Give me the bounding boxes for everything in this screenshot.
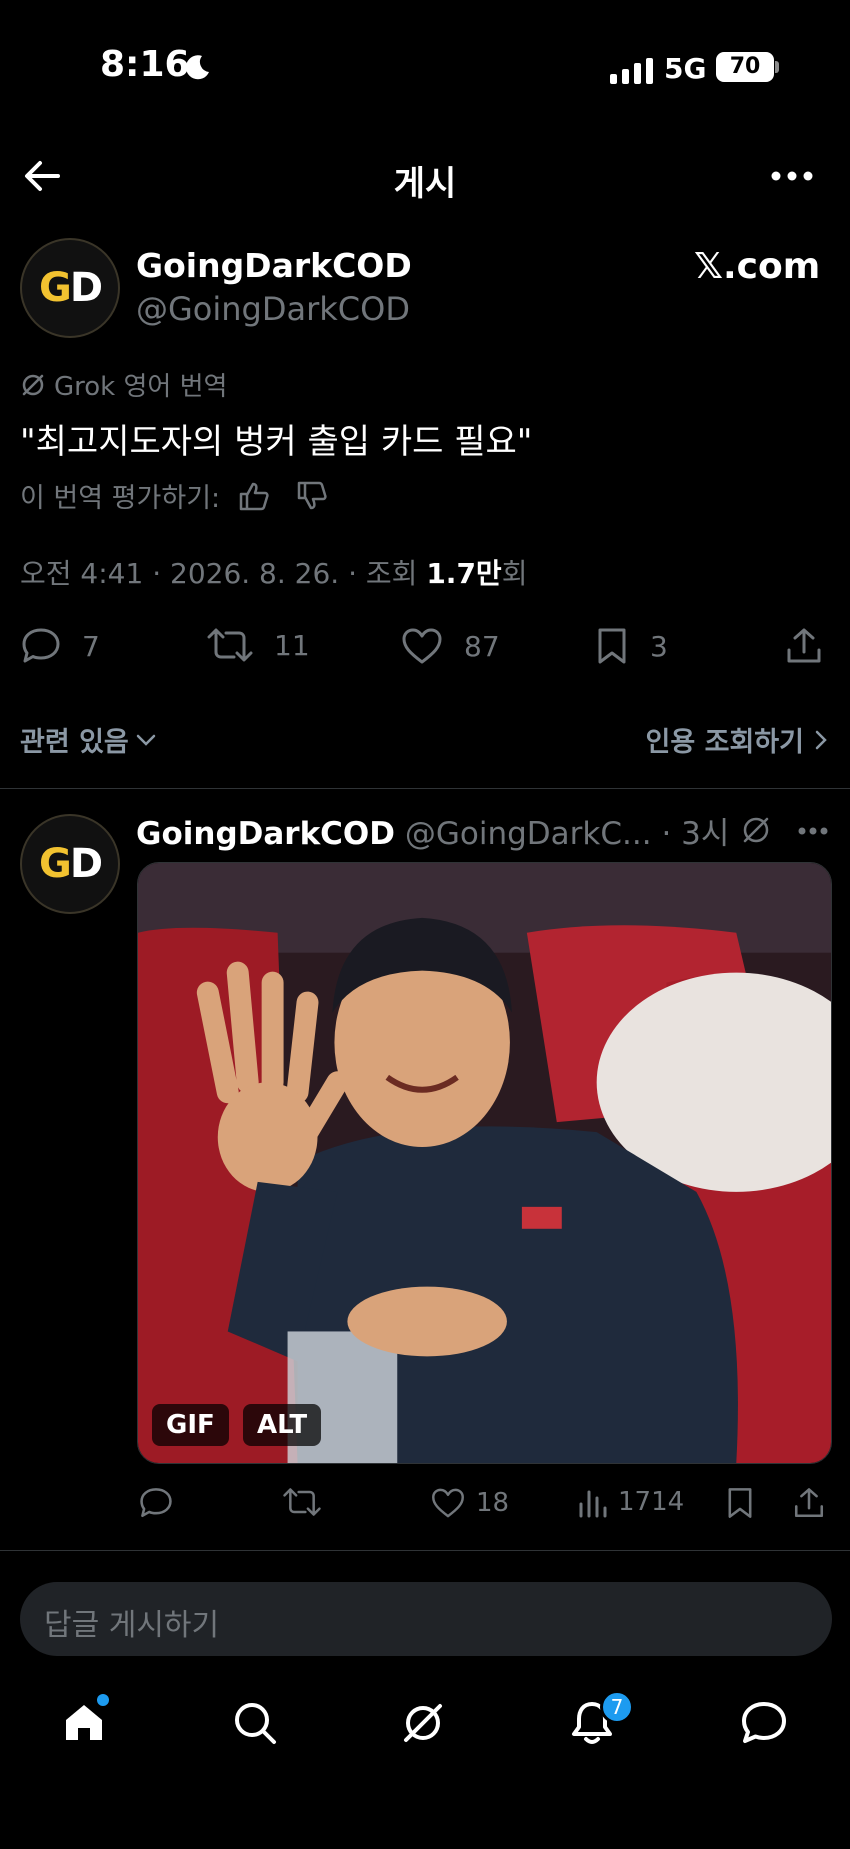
share-button[interactable] — [784, 626, 824, 666]
share-icon — [794, 1488, 824, 1518]
heart-icon — [402, 628, 442, 664]
thumbs-up-icon[interactable] — [238, 481, 270, 511]
repost-icon — [283, 1488, 321, 1516]
reply-bookmark-button[interactable] — [724, 1486, 756, 1520]
page-title: 게시 — [393, 164, 457, 204]
related-dropdown[interactable]: 관련 있음 — [20, 720, 157, 759]
battery-nub — [775, 61, 779, 73]
chevron-down-icon — [136, 734, 156, 746]
author-name[interactable]: GoingDarkCOD — [136, 246, 412, 285]
grok-nav-icon[interactable] — [400, 1700, 446, 1746]
reply-avatar[interactable]: GD — [20, 814, 120, 914]
bookmark-icon — [598, 628, 626, 664]
like-button[interactable]: 87 — [400, 626, 500, 666]
reply-share-button[interactable] — [792, 1486, 826, 1520]
divider — [0, 788, 850, 789]
reply-reply-button[interactable] — [138, 1486, 174, 1520]
gif-badge: GIF — [152, 1404, 229, 1446]
grok-icon — [22, 374, 44, 395]
author-handle[interactable]: @GoingDarkCOD — [136, 290, 410, 328]
chevron-right-icon — [815, 730, 827, 749]
reply-view-count: 1714 — [618, 1487, 685, 1517]
grok-translation-row: Grok 영어 번역 — [20, 366, 227, 403]
bookmark-button[interactable]: 3 — [594, 626, 668, 666]
search-icon[interactable] — [232, 1700, 278, 1746]
avatar-letter-d: D — [69, 841, 103, 887]
reply-repost-button[interactable] — [282, 1486, 322, 1518]
quote-views-label: 인용 조회하기 — [645, 727, 804, 758]
avatar[interactable]: GD — [20, 238, 120, 338]
post-timestamp: 오전 4:41 · 2026. 8. 26. · 조회 — [20, 557, 427, 590]
moon-icon — [185, 55, 209, 80]
analytics-icon — [579, 1490, 607, 1518]
network-type: 5G — [664, 52, 707, 85]
reply-icon — [140, 1488, 172, 1518]
repost-icon — [207, 628, 253, 662]
heart-icon — [432, 1488, 464, 1518]
avatar-letter-g: G — [38, 265, 72, 311]
divider — [0, 1550, 850, 1551]
status-time: 8:16 — [100, 44, 190, 85]
gif-image — [138, 863, 831, 1463]
view-count: 1.7만 — [426, 557, 502, 590]
view-suffix: 회 — [501, 557, 528, 590]
related-label: 관련 있음 — [20, 727, 129, 758]
repost-count: 11 — [274, 628, 310, 662]
reply-composer-placeholder: 답글 게시하기 — [44, 1608, 220, 1643]
xcom-label: 𝕏.com — [694, 246, 821, 287]
reply-like-button[interactable]: 18 — [430, 1486, 509, 1520]
tweet-text: "최고지도자의 벙커 출입 카드 필요" — [20, 422, 533, 462]
messages-icon[interactable] — [740, 1700, 788, 1746]
rate-translation-label: 이 번역 평가하기: — [20, 483, 221, 514]
rate-translation-row: 이 번역 평가하기: — [20, 476, 328, 515]
reply-count: 7 — [82, 629, 100, 663]
post-meta: 오전 4:41 · 2026. 8. 26. · 조회 1.7만회 — [20, 552, 527, 592]
reply-like-count: 18 — [476, 1488, 510, 1518]
signal-icon — [610, 58, 653, 84]
reply-header: GoingDarkCOD @GoingDarkC... · 3시 — [136, 808, 729, 853]
gif-media[interactable] — [137, 862, 832, 1464]
avatar-letter-g: G — [38, 841, 72, 887]
bookmark-count: 3 — [650, 629, 668, 663]
reply-author-name[interactable]: GoingDarkCOD — [136, 816, 395, 852]
like-count: 87 — [464, 629, 500, 663]
grok-translation-label: Grok 영어 번역 — [54, 372, 228, 402]
reply-icon — [22, 628, 60, 663]
reply-button[interactable]: 7 — [20, 626, 100, 666]
reply-views-button[interactable]: 1714 — [578, 1486, 684, 1518]
grok-icon[interactable] — [740, 814, 772, 846]
share-icon — [787, 628, 821, 663]
repost-button[interactable]: 11 — [206, 626, 310, 664]
reply-more-icon[interactable] — [798, 826, 828, 836]
home-icon[interactable] — [62, 1700, 106, 1744]
thumbs-down-icon[interactable] — [296, 481, 328, 511]
view-quotes-link[interactable]: 인용 조회하기 — [646, 720, 828, 759]
home-notification-dot — [97, 1694, 109, 1706]
bookmark-icon — [728, 1488, 752, 1518]
reply-handle-time: @GoingDarkC... · 3시 — [395, 816, 730, 852]
alt-badge[interactable]: ALT — [243, 1404, 322, 1446]
notifications-badge: 7 — [600, 1690, 634, 1724]
avatar-letter-d: D — [69, 265, 103, 311]
more-options-icon[interactable] — [770, 168, 814, 184]
battery-level: 70 — [716, 52, 774, 82]
